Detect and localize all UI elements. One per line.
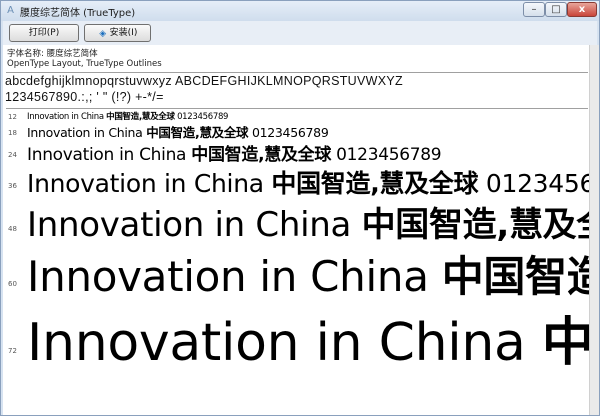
sample-line-72: Innovation in China 中国智造,慧及全球 0123456789	[27, 300, 591, 375]
font-name-line: 字体名称: 腰度综艺简体	[7, 49, 98, 59]
font-type-line: OpenType Layout, TrueType Outlines	[7, 59, 162, 69]
sample-digits: 0123456789	[248, 125, 329, 140]
sample-cjk: 中国智造,慧及全球	[361, 205, 591, 245]
sample-line-60: Innovation in China 中国智造,慧及全球 0123456789	[27, 243, 591, 304]
minimize-button[interactable]: –	[523, 2, 545, 17]
divider	[6, 108, 588, 109]
sample-latin: Innovation in China	[27, 125, 147, 140]
install-button[interactable]: ◈ 安装(I)	[84, 24, 151, 42]
install-button-label: 安装(I)	[109, 28, 138, 38]
sample-cjk: 中国智造,慧及全球	[541, 313, 591, 373]
vertical-scrollbar[interactable]	[589, 45, 599, 415]
sample-line-12: Innovation in China 中国智造,慧及全球 0123456789	[27, 110, 228, 122]
font-preview-area: 字体名称: 腰度综艺简体 OpenType Layout, TrueType O…	[3, 45, 591, 415]
sample-digits: 0123456789	[174, 112, 229, 122]
size-label: 12	[8, 113, 17, 121]
sample-cjk: 中国智造,慧及全球	[271, 169, 479, 198]
sample-latin: Innovation in China	[27, 252, 442, 301]
print-button[interactable]: 打印(P)	[9, 24, 79, 42]
maximize-button[interactable]: □	[545, 2, 567, 17]
sample-digits: 0123456789	[485, 169, 591, 198]
sample-cjk: 中国智造,慧及全球	[191, 145, 332, 165]
charset-letters: abcdefghijklmnopqrstuvwxyz ABCDEFGHIJKLM…	[5, 74, 403, 88]
size-label: 72	[8, 347, 17, 355]
font-preview-window: A 腰度综艺简体 (TrueType) – □ x 打印(P) ◈ 安装(I) 字…	[0, 0, 600, 416]
size-label: 18	[8, 129, 17, 137]
font-file-icon: A	[7, 5, 14, 16]
window-title: 腰度综艺简体 (TrueType)	[20, 8, 136, 19]
sample-latin: Innovation in China	[27, 313, 542, 373]
size-label: 36	[8, 182, 17, 190]
size-label: 24	[8, 151, 17, 159]
charset-digits: 1234567890.:,; ' " (!?) +-*/=	[5, 90, 164, 104]
sample-cjk: 中国智造,慧及全球	[146, 125, 249, 140]
sample-latin: Innovation in China	[27, 112, 107, 122]
shield-icon: ◈	[99, 29, 107, 39]
sample-line-48: Innovation in China 中国智造,慧及全球 0123456789	[27, 197, 591, 246]
sample-line-18: Innovation in China 中国智造,慧及全球 0123456789	[27, 122, 329, 141]
sample-cjk: 中国智造,慧及全球	[441, 252, 591, 301]
sample-latin: Innovation in China	[27, 205, 362, 245]
size-label: 48	[8, 225, 17, 233]
size-label: 60	[8, 280, 17, 288]
close-button[interactable]: x	[567, 2, 597, 17]
sample-line-36: Innovation in China 中国智造,慧及全球 0123456789	[27, 164, 591, 200]
sample-digits: 0123456789	[331, 145, 442, 165]
title-bar[interactable]: A 腰度综艺简体 (TrueType) – □ x	[1, 1, 599, 21]
sample-latin: Innovation in China	[27, 169, 272, 198]
sample-cjk: 中国智造,慧及全球	[106, 112, 175, 122]
sample-line-24: Innovation in China 中国智造,慧及全球 0123456789	[27, 140, 442, 165]
divider	[6, 72, 588, 73]
sample-latin: Innovation in China	[27, 145, 192, 165]
toolbar: 打印(P) ◈ 安装(I)	[3, 21, 597, 46]
